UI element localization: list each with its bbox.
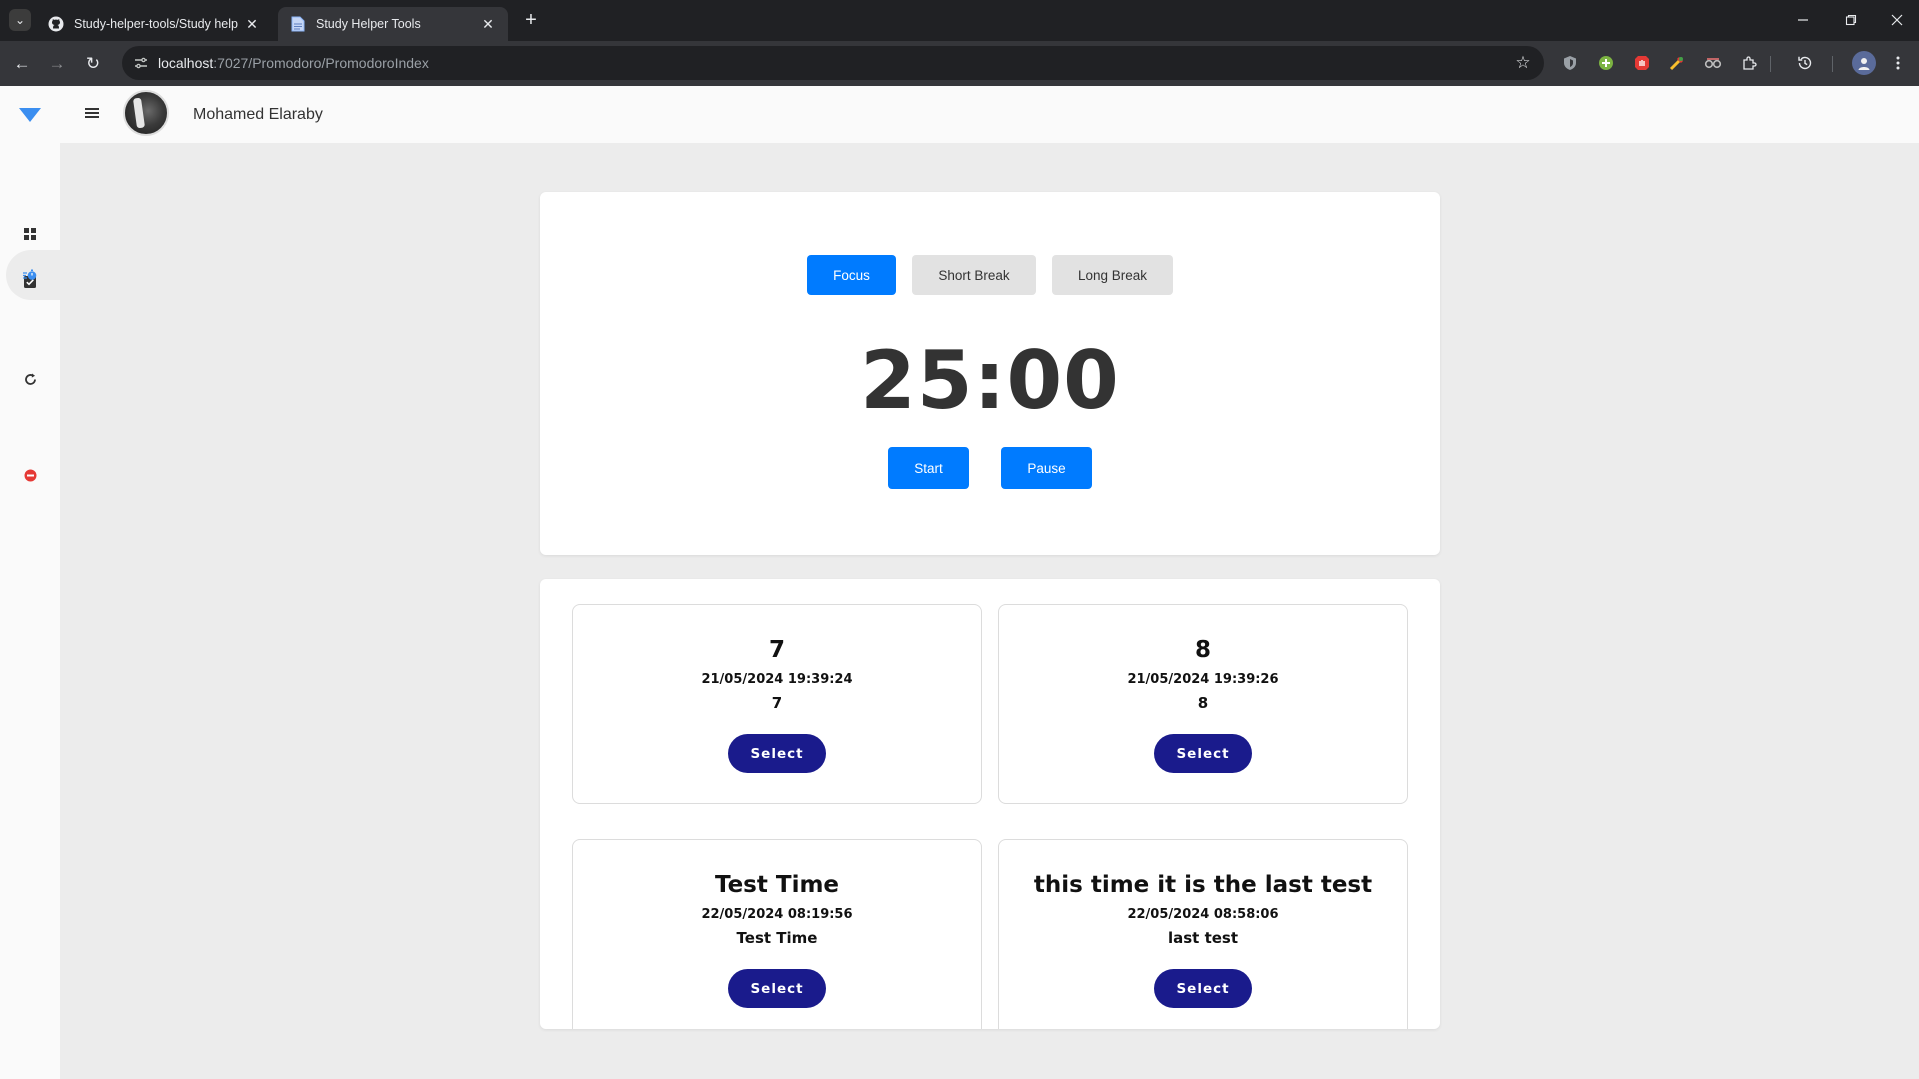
session-title: Test Time — [714, 872, 840, 898]
session-select-button[interactable]: Select — [1154, 734, 1252, 773]
github-icon — [48, 16, 64, 32]
user-avatar[interactable] — [123, 90, 169, 136]
session-description: Test Time — [736, 929, 818, 947]
start-button[interactable]: Start — [888, 447, 969, 489]
red-hand-extension-icon[interactable] — [1632, 53, 1652, 73]
user-name: Mohamed Elaraby — [193, 106, 323, 123]
toolbar-divider — [1770, 56, 1771, 72]
history-icon[interactable] — [1795, 53, 1815, 73]
pause-button[interactable]: Pause — [1001, 447, 1092, 489]
session-date: 21/05/2024 19:39:24 — [701, 672, 853, 687]
session-select-button[interactable]: Select — [1154, 969, 1252, 1008]
session-title: this time it is the last test — [1033, 872, 1373, 898]
session-card: 8 21/05/2024 19:39:26 8 Select — [998, 604, 1408, 804]
browser-tabstrip: ⌄ Study-helper-tools/Study helper ✕ Stud… — [0, 0, 1919, 41]
saved-sessions-card: 7 21/05/2024 19:39:24 7 Select 8 21/05/2… — [540, 579, 1440, 1029]
hamburger-menu-icon[interactable] — [84, 106, 100, 120]
tab-title: Study Helper Tools — [316, 17, 421, 31]
color-picker-extension-icon[interactable] — [1667, 53, 1687, 73]
site-info-icon[interactable] — [132, 54, 150, 72]
page-content: Mohamed Elaraby Focus Short Break Long B… — [0, 86, 1919, 1079]
session-card: 7 21/05/2024 19:39:24 7 Select — [572, 604, 982, 804]
tab-title: Study-helper-tools/Study helper — [74, 17, 238, 31]
session-select-button[interactable]: Select — [728, 969, 826, 1008]
session-select-button[interactable]: Select — [728, 734, 826, 773]
session-date: 22/05/2024 08:58:06 — [1127, 907, 1279, 922]
session-title: 8 — [1194, 637, 1211, 663]
minimize-icon[interactable] — [1791, 8, 1815, 32]
document-icon — [290, 16, 306, 32]
address-bar[interactable]: localhost:7027/Promodoro/PromodoroIndex … — [122, 46, 1544, 80]
window-close-icon[interactable] — [1885, 8, 1909, 32]
tab-close-icon[interactable]: ✕ — [244, 16, 260, 32]
timer-display: 25:00 — [860, 334, 1120, 427]
url-path: :7027/Promodoro/PromodoroIndex — [213, 55, 429, 71]
session-description: 8 — [1197, 694, 1209, 712]
browser-tab-study-helper[interactable]: Study Helper Tools ✕ — [278, 7, 508, 41]
session-date: 22/05/2024 08:19:56 — [701, 907, 853, 922]
browser-menu-icon[interactable] — [1888, 53, 1908, 73]
toolbar-divider — [1832, 56, 1833, 72]
dashboard-icon[interactable] — [20, 224, 40, 244]
timer-icon[interactable] — [20, 265, 40, 285]
browser-toolbar: ← → ↻ localhost:7027/Promodoro/Promodoro… — [0, 41, 1919, 86]
session-date: 21/05/2024 19:39:26 — [1127, 672, 1279, 687]
browser-tab-github[interactable]: Study-helper-tools/Study helper ✕ — [36, 7, 272, 41]
session-description: 7 — [771, 694, 783, 712]
sidebar-active-highlight — [6, 250, 80, 300]
mode-short-break-button[interactable]: Short Break — [912, 255, 1036, 295]
incognito-extension-icon[interactable] — [1703, 53, 1723, 73]
tab-close-icon[interactable]: ✕ — [480, 16, 496, 32]
restore-icon[interactable] — [1839, 8, 1863, 32]
tab-search-chevron-icon[interactable]: ⌄ — [9, 9, 31, 31]
forward-arrow-icon[interactable]: → — [44, 51, 70, 77]
session-card: Test Time 22/05/2024 08:19:56 Test Time … — [572, 839, 982, 1029]
shield-extension-icon[interactable] — [1560, 53, 1580, 73]
session-card: this time it is the last test 22/05/2024… — [998, 839, 1408, 1029]
pomodoro-timer-card: Focus Short Break Long Break 25:00 Start… — [540, 192, 1440, 555]
back-arrow-icon[interactable]: ← — [9, 51, 35, 77]
content-corner — [60, 143, 84, 167]
extensions-puzzle-icon[interactable] — [1740, 53, 1760, 73]
profile-avatar-icon[interactable] — [1852, 51, 1876, 75]
mode-long-break-button[interactable]: Long Break — [1052, 255, 1173, 295]
refresh-icon[interactable] — [20, 369, 40, 389]
app-logo-icon[interactable] — [19, 108, 41, 122]
mode-focus-button[interactable]: Focus — [807, 255, 896, 295]
url-host: localhost — [158, 55, 214, 71]
logout-icon[interactable] — [20, 465, 40, 485]
bookmark-star-icon[interactable]: ☆ — [1512, 52, 1534, 74]
new-tab-plus-icon[interactable]: + — [520, 9, 542, 31]
session-description: last test — [1167, 929, 1239, 947]
url-text: localhost:7027/Promodoro/PromodoroIndex — [158, 55, 429, 71]
green-plus-extension-icon[interactable] — [1596, 53, 1616, 73]
session-title: 7 — [768, 637, 785, 663]
reload-icon[interactable]: ↻ — [80, 51, 106, 77]
